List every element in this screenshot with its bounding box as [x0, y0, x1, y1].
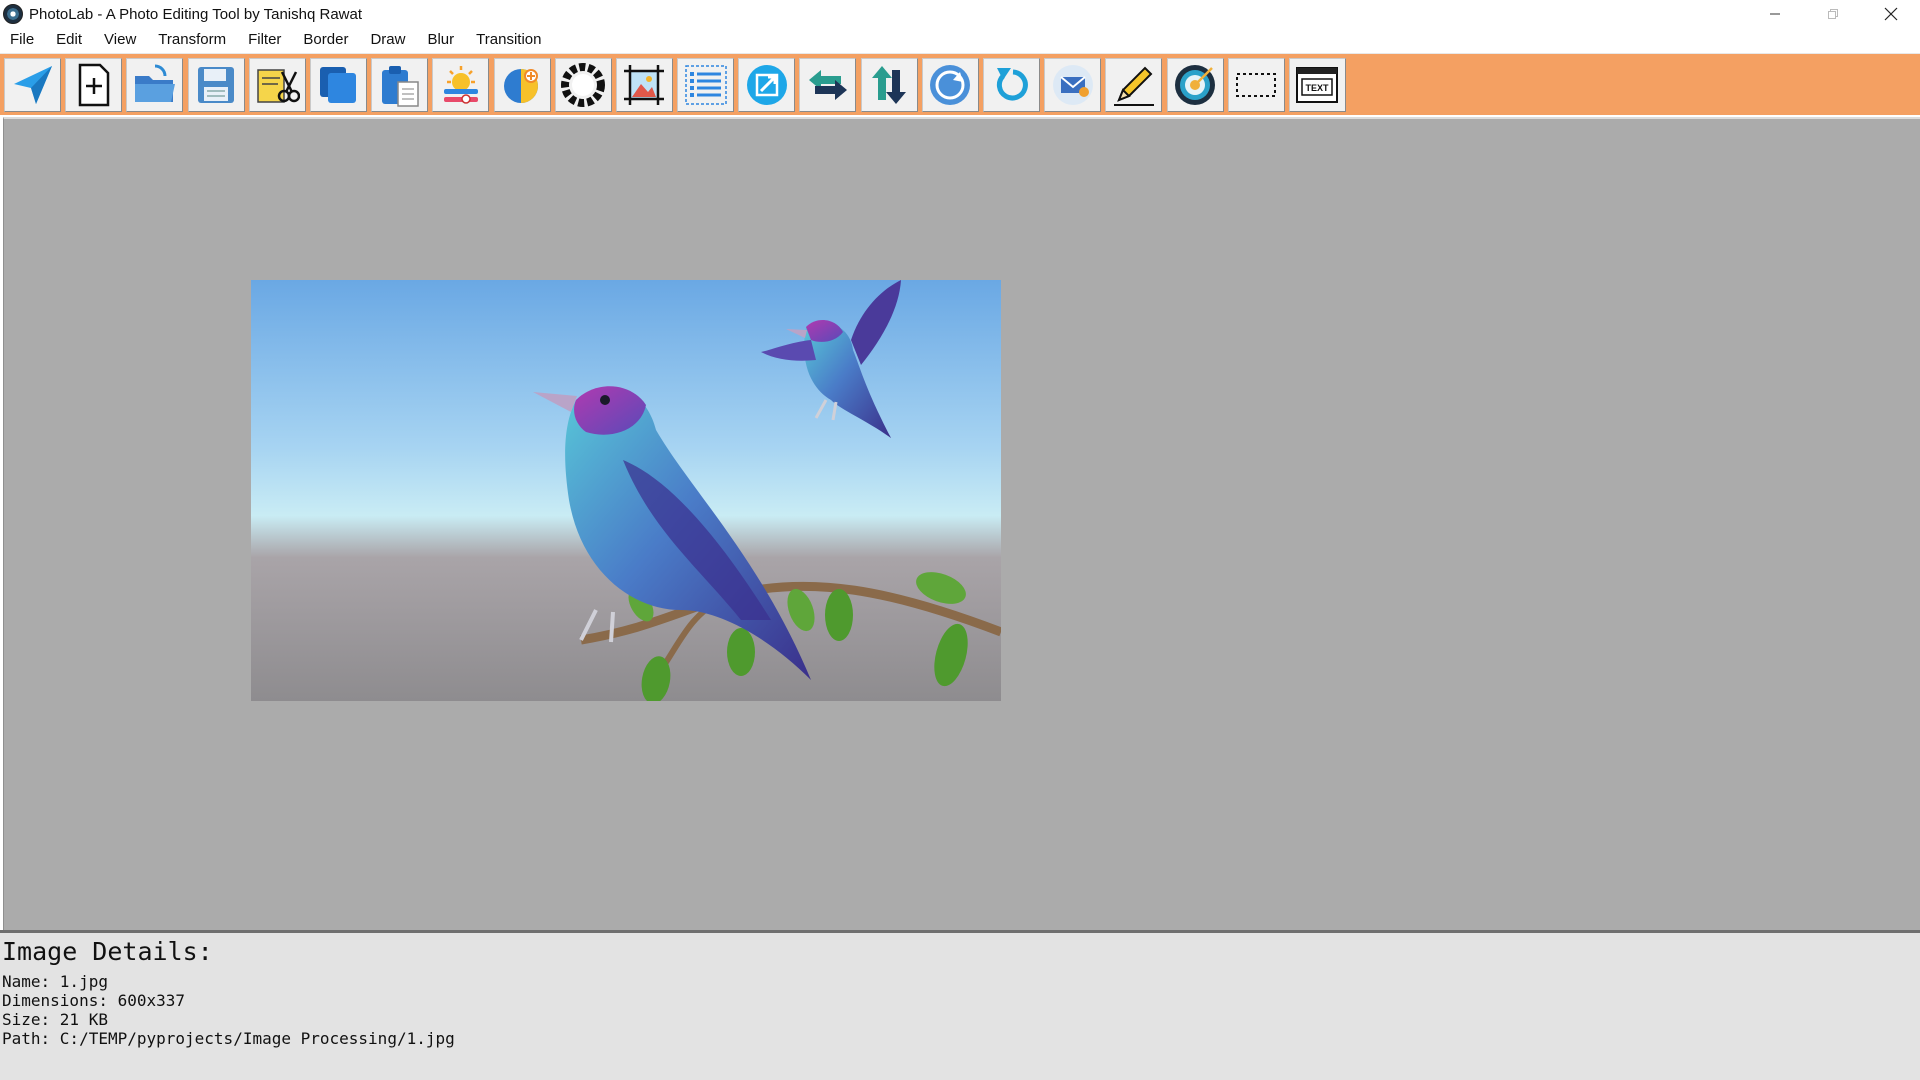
detail-size-value: 21 KB	[59, 1010, 108, 1029]
mail-icon	[1052, 64, 1093, 105]
cut-button[interactable]	[248, 57, 306, 112]
menu-bar: File Edit View Transform Filter Border D…	[0, 28, 1920, 52]
detail-path-value: C:/TEMP/pyprojects/Image Processing/1.jp…	[59, 1029, 455, 1048]
selection-button[interactable]	[1227, 57, 1285, 112]
undo-icon	[996, 67, 1028, 100]
mail-button[interactable]	[1044, 57, 1102, 112]
brightness-icon	[443, 65, 478, 104]
contrast-icon	[504, 68, 538, 103]
menu-filter[interactable]: Filter	[240, 28, 289, 52]
image-details-panel: Image Details: Name: 1.jpg Dimensions: 6…	[0, 933, 1920, 1080]
detail-size: Size: 21 KB	[2, 1010, 108, 1029]
window-controls	[1746, 0, 1920, 28]
open-folder-icon	[134, 64, 175, 102]
text-tool-label: TEXT	[1306, 83, 1330, 93]
pencil-button[interactable]	[1105, 57, 1163, 112]
menu-transition[interactable]: Transition	[468, 28, 549, 52]
bird-photo	[251, 280, 1001, 701]
undo-button[interactable]	[983, 57, 1040, 112]
copy-button[interactable]	[309, 57, 367, 112]
new-file-icon	[78, 63, 109, 106]
close-icon	[1884, 7, 1898, 21]
menu-file[interactable]: File	[2, 28, 42, 52]
menu-draw[interactable]: Draw	[362, 28, 413, 52]
list-button[interactable]	[677, 57, 735, 112]
detail-path-label: Path:	[2, 1029, 60, 1048]
target-icon	[1175, 64, 1216, 105]
window-title: PhotoLab - A Photo Editing Tool by Tanis…	[29, 5, 363, 23]
resize-icon	[746, 64, 787, 105]
minimize-button[interactable]	[1746, 0, 1804, 28]
menu-blur[interactable]: Blur	[419, 28, 462, 52]
app-logo-icon	[3, 4, 23, 24]
resize-button[interactable]	[738, 57, 796, 112]
save-icon	[198, 66, 235, 103]
color-wheel-icon	[561, 62, 606, 107]
detail-dimensions: Dimensions: 600x337	[2, 991, 185, 1010]
send-button[interactable]	[4, 57, 61, 112]
crop-image-icon	[624, 64, 665, 105]
copy-icon	[320, 66, 357, 103]
contrast-button[interactable]	[493, 57, 551, 112]
send-icon	[13, 65, 52, 104]
detail-path: Path: C:/TEMP/pyprojects/Image Processin…	[2, 1029, 455, 1048]
close-button[interactable]	[1862, 0, 1920, 28]
detail-name-value: 1.jpg	[59, 972, 108, 991]
target-button[interactable]	[1166, 57, 1224, 112]
flip-horizontal-icon	[808, 69, 847, 100]
color-wheel-button[interactable]	[554, 57, 612, 112]
pencil-icon	[1113, 66, 1154, 106]
rotate-button[interactable]	[921, 57, 979, 112]
paste-button[interactable]	[371, 57, 429, 112]
restore-icon	[1828, 9, 1838, 19]
image-canvas[interactable]	[3, 117, 1920, 930]
maximize-button[interactable]	[1804, 0, 1862, 28]
save-button[interactable]	[187, 57, 245, 112]
menu-view[interactable]: View	[96, 28, 144, 52]
list-icon	[684, 64, 727, 105]
detail-name-label: Name:	[2, 972, 60, 991]
selection-icon	[1236, 72, 1277, 97]
title-bar: PhotoLab - A Photo Editing Tool by Tanis…	[0, 0, 1920, 28]
rotate-icon	[930, 64, 971, 105]
detail-size-label: Size:	[2, 1010, 60, 1029]
crop-image-button[interactable]	[615, 57, 673, 112]
paste-icon	[381, 65, 419, 107]
flip-vertical-icon	[872, 65, 907, 104]
details-title: Image Details:	[2, 937, 213, 966]
brightness-button[interactable]	[432, 57, 490, 112]
loaded-image	[251, 280, 1001, 701]
detail-dimensions-label: Dimensions:	[2, 991, 118, 1010]
menu-edit[interactable]: Edit	[48, 28, 90, 52]
minimize-icon	[1770, 13, 1780, 15]
text-icon: TEXT	[1296, 66, 1339, 103]
flip-horizontal-button[interactable]	[799, 57, 857, 112]
menu-transform[interactable]: Transform	[150, 28, 234, 52]
menu-border[interactable]: Border	[295, 28, 356, 52]
detail-name: Name: 1.jpg	[2, 972, 108, 991]
detail-dimensions-value: 600x337	[117, 991, 186, 1010]
open-button[interactable]	[126, 57, 184, 112]
cut-icon	[257, 68, 301, 103]
toolbar: TEXT	[0, 53, 1920, 115]
new-file-button[interactable]	[65, 57, 123, 112]
text-button[interactable]: TEXT	[1288, 57, 1346, 112]
flip-vertical-button[interactable]	[860, 57, 918, 112]
